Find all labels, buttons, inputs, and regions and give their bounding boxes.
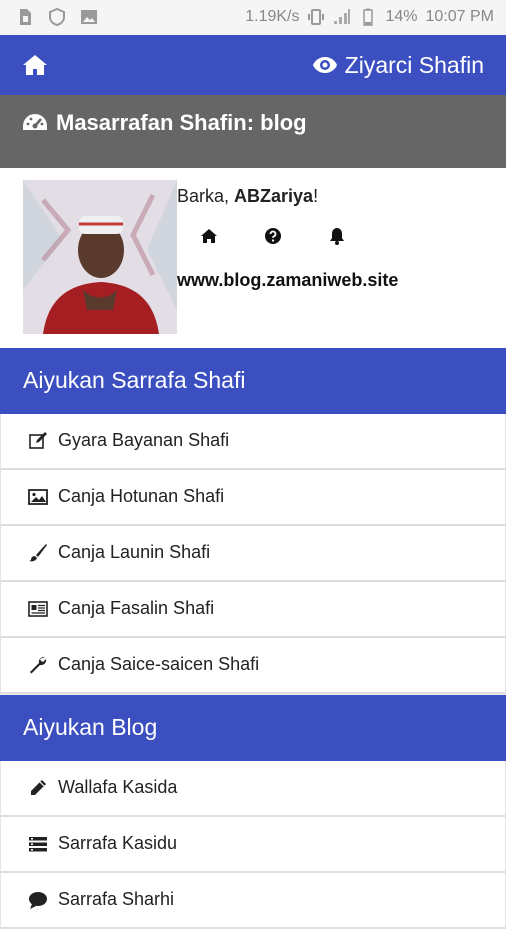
- comment-icon: [29, 892, 47, 909]
- greeting-prefix: Barka,: [177, 186, 235, 206]
- avatar-photo: [23, 180, 177, 334]
- battery-icon: [363, 8, 374, 26]
- profile-card: Barka, ABZariya! www.blog.zamaniweb.site: [0, 168, 506, 348]
- menu-item-manage-comments[interactable]: Sarrafa Sharhi: [0, 873, 506, 929]
- page-section-title: Aiyukan Sarrafa Shafi: [23, 367, 246, 393]
- battery-percent: 14%: [385, 8, 418, 25]
- profile-home-icon[interactable]: [199, 226, 219, 246]
- greeting-suffix: !: [313, 186, 319, 206]
- list-icon: [29, 837, 47, 852]
- edit-icon: [29, 432, 47, 449]
- page-section-header: Aiyukan Sarrafa Shafi: [0, 348, 506, 414]
- image-notification-icon: [81, 10, 97, 24]
- wrench-icon: [30, 656, 47, 674]
- greeting: Barka, ABZariya!: [177, 186, 318, 207]
- vibrate-icon: [308, 9, 325, 25]
- menu-item-change-settings[interactable]: Canja Saice-saicen Shafi: [0, 638, 506, 694]
- status-bar: 1.19K/s 14% 10:07 PM: [0, 0, 506, 35]
- username: ABZariya: [234, 186, 314, 206]
- blog-section-header: Aiyukan Blog: [0, 695, 506, 761]
- profile-actions: [199, 226, 347, 246]
- signal-icon: [334, 9, 351, 24]
- menu-item-label: Sarrafa Kasidu: [58, 833, 178, 853]
- image-icon: [28, 489, 48, 505]
- menu-item-change-colors[interactable]: Canja Launin Shafi: [0, 526, 506, 582]
- network-speed: 1.19K/s: [245, 8, 300, 25]
- visit-site-label: Ziyarci Shafin: [344, 51, 484, 78]
- sim-icon: [20, 9, 31, 25]
- menu-item-change-layout[interactable]: Canja Fasalin Shafi: [0, 582, 506, 638]
- menu-item-edit-details[interactable]: Gyara Bayanan Shafi: [0, 414, 506, 470]
- page-menu: Gyara Bayanan Shafi Canja Hotunan Shafi …: [0, 414, 506, 694]
- layout-icon: [28, 601, 48, 617]
- menu-item-label: Wallafa Kasida: [58, 777, 178, 797]
- menu-item-publish-post[interactable]: Wallafa Kasida: [0, 761, 506, 817]
- menu-item-label: Canja Fasalin Shafi: [58, 598, 215, 618]
- brush-icon: [29, 544, 47, 562]
- menu-item-label: Gyara Bayanan Shafi: [58, 430, 230, 450]
- blog-menu: Wallafa Kasida Sarrafa Kasidu Sarrafa Sh…: [0, 761, 506, 929]
- blog-section-title: Aiyukan Blog: [23, 714, 158, 740]
- pencil-icon: [31, 780, 46, 795]
- dashboard-icon: [23, 114, 47, 130]
- top-nav: Ziyarci Shafin: [0, 35, 506, 95]
- home-icon[interactable]: [22, 53, 48, 77]
- page-title: Masarrafan Shafin: blog: [56, 110, 307, 135]
- site-url[interactable]: www.blog.zamaniweb.site: [177, 270, 398, 291]
- clock: 10:07 PM: [425, 8, 494, 25]
- avatar: [23, 180, 177, 334]
- visit-site-button[interactable]: Ziyarci Shafin: [312, 49, 484, 81]
- notification-bell-icon[interactable]: [327, 226, 347, 246]
- menu-item-manage-posts[interactable]: Sarrafa Kasidu: [0, 817, 506, 873]
- shield-icon: [49, 8, 65, 26]
- menu-item-label: Canja Saice-saicen Shafi: [58, 654, 260, 674]
- dashboard-header: Masarrafan Shafin: blog: [0, 95, 506, 168]
- eye-icon: [312, 57, 337, 73]
- help-icon[interactable]: [263, 226, 283, 246]
- menu-item-label: Canja Hotunan Shafi: [58, 486, 225, 506]
- menu-item-change-images[interactable]: Canja Hotunan Shafi: [0, 470, 506, 526]
- menu-item-label: Canja Launin Shafi: [58, 542, 211, 562]
